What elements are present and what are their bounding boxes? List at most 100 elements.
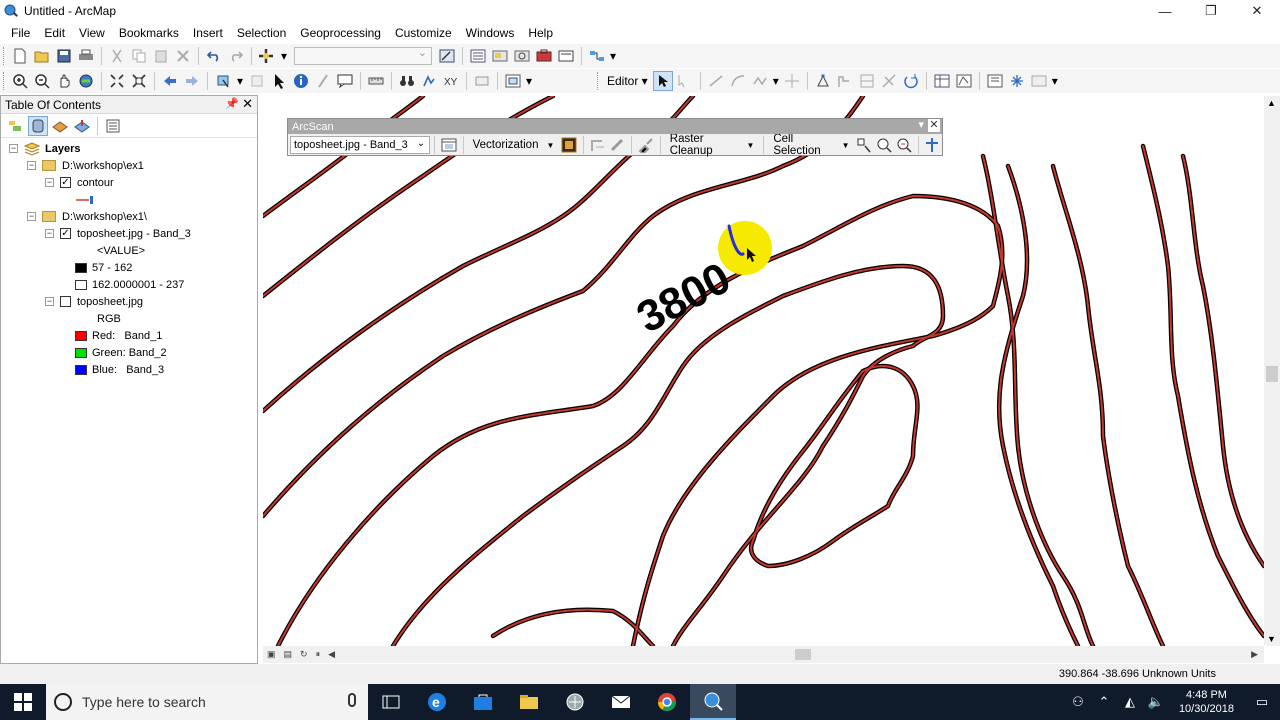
fixed-zoom-out-icon[interactable] [129, 71, 149, 91]
edit-vertices-icon[interactable] [813, 71, 833, 91]
vertical-scroll-thumb[interactable] [1266, 366, 1278, 382]
arcscan-close-icon[interactable]: ✕ [928, 119, 940, 132]
raster-cleanup-menu[interactable]: Raster Cleanup ▼ [665, 133, 760, 157]
menu-selection[interactable]: Selection [230, 26, 293, 40]
undo-icon[interactable] [204, 46, 224, 66]
data-view-icon[interactable]: ▣ [267, 649, 276, 660]
scroll-left-icon[interactable]: ◀ [328, 649, 335, 660]
identify-icon[interactable] [291, 71, 311, 91]
vectorization-menu[interactable]: Vectorization ▼ [468, 139, 560, 151]
show-hidden-icons-icon[interactable]: ⌃ [1091, 694, 1117, 710]
volume-icon[interactable]: 🔈 [1143, 694, 1169, 710]
clock[interactable]: 4:48 PM 10/30/2018 [1169, 688, 1244, 716]
end-point-arc-icon[interactable] [728, 71, 748, 91]
save-icon[interactable] [54, 46, 74, 66]
point-icon[interactable] [782, 71, 802, 91]
tree-row-group2[interactable]: − D:\workshop\ex1\ [27, 208, 147, 225]
construction-dropdown-icon[interactable]: ▾ [772, 71, 780, 91]
list-by-source-icon[interactable] [28, 115, 48, 136]
delete-icon[interactable] [173, 46, 193, 66]
hyperlink-icon[interactable] [313, 71, 333, 91]
paste-icon[interactable] [151, 46, 171, 66]
menu-geoprocessing[interactable]: Geoprocessing [293, 26, 388, 40]
raster-painting-icon[interactable] [637, 135, 655, 155]
refresh-view-icon[interactable]: ↻ [300, 649, 308, 660]
class-row-1[interactable]: 57 - 162 [75, 259, 132, 276]
task-view-icon[interactable] [368, 684, 414, 720]
sketch-properties-icon[interactable] [954, 71, 974, 91]
reshape-icon[interactable] [835, 71, 855, 91]
raster-layer-select[interactable]: toposheet.jpg - Band_3 ⌄ [290, 136, 431, 154]
tree-row-band3[interactable]: − ✓ toposheet.jpg - Band_3 [45, 225, 191, 242]
rotate-icon[interactable] [901, 71, 921, 91]
edge-browser-icon[interactable]: e [414, 684, 460, 720]
microphone-icon[interactable] [348, 693, 356, 707]
minimize-button[interactable]: — [1142, 0, 1188, 22]
horizontal-scroll-thumb[interactable] [795, 649, 811, 660]
visibility-checkbox[interactable]: ✓ [60, 177, 71, 188]
measure-icon[interactable] [366, 71, 386, 91]
fixed-zoom-in-icon[interactable] [107, 71, 127, 91]
map-canvas[interactable]: 3800 [263, 96, 1264, 646]
table-of-contents-icon[interactable] [468, 46, 488, 66]
collapse-icon[interactable]: − [27, 161, 36, 170]
arctoolbox-icon[interactable] [534, 46, 554, 66]
menu-insert[interactable]: Insert [186, 26, 230, 40]
trace-icon[interactable] [750, 71, 770, 91]
editing-options-icon[interactable] [1029, 71, 1049, 91]
tree-row-layers[interactable]: − Layers [9, 140, 80, 157]
restore-button[interactable]: ❐ [1188, 0, 1234, 22]
clear-cell-selection-icon[interactable] [895, 135, 913, 155]
layout-view-icon[interactable]: ▤ [284, 649, 293, 660]
raster-line-width-icon[interactable] [923, 135, 941, 155]
taskbar-search[interactable]: Type here to search [46, 684, 368, 720]
zoom-to-selection-icon[interactable] [875, 135, 893, 155]
list-by-drawing-order-icon[interactable] [6, 116, 26, 136]
horizontal-scrollbar[interactable]: ▣ ▤ ↻ ⏸ ◀ ▶ [263, 646, 1264, 663]
arccatalog-icon[interactable] [552, 684, 598, 720]
catalog-icon[interactable] [490, 46, 510, 66]
snapping-icon[interactable] [1007, 71, 1027, 91]
band-row-blue[interactable]: Blue: Band_3 [75, 361, 164, 378]
class-row-2[interactable]: 162.0000001 - 237 [75, 276, 184, 293]
mail-icon[interactable] [598, 684, 644, 720]
band-row-red[interactable]: Red: Band_1 [75, 327, 162, 344]
toolbar-grip[interactable] [3, 72, 6, 90]
add-data-dropdown-icon[interactable]: ▾ [279, 46, 289, 66]
collapse-icon[interactable]: − [27, 212, 36, 221]
toc-options-icon[interactable] [103, 116, 123, 136]
straight-segment-icon[interactable] [706, 71, 726, 91]
tree-row-topo[interactable]: − toposheet.jpg [45, 293, 143, 310]
toolbar-grip[interactable] [597, 72, 600, 90]
show-preview-icon[interactable] [560, 135, 578, 155]
arcmap-taskbar-icon[interactable] [690, 684, 736, 720]
model-builder-icon[interactable] [587, 46, 607, 66]
close-button[interactable]: ✕ [1234, 0, 1280, 22]
new-document-icon[interactable] [10, 46, 30, 66]
scroll-right-icon[interactable]: ▶ [1251, 649, 1258, 660]
select-features-icon[interactable] [213, 71, 233, 91]
add-data-icon[interactable] [257, 46, 277, 66]
copy-icon[interactable] [129, 46, 149, 66]
scroll-down-icon[interactable]: ▼ [1267, 634, 1276, 644]
cut-polygons-icon[interactable] [857, 71, 877, 91]
visibility-checkbox[interactable]: ✓ [60, 228, 71, 239]
toc-close-icon[interactable]: ✕ [242, 96, 253, 112]
raster-snapping-options-icon[interactable] [440, 135, 458, 155]
cell-selection-menu[interactable]: Cell Selection ▼ [768, 133, 854, 157]
print-icon[interactable] [76, 46, 96, 66]
toolbar-overflow-icon[interactable]: ▾ [525, 71, 533, 91]
toolbar-overflow-icon[interactable]: ▾ [609, 46, 617, 66]
redo-icon[interactable] [226, 46, 246, 66]
split-icon[interactable] [879, 71, 899, 91]
go-to-xy-icon[interactable]: XY [441, 71, 461, 91]
visibility-checkbox[interactable] [60, 296, 71, 307]
forward-extent-icon[interactable] [182, 71, 202, 91]
select-connected-cells-icon[interactable] [856, 135, 874, 155]
band-row-green[interactable]: Green: Band_2 [75, 344, 167, 361]
network-icon[interactable]: ◭ [1117, 694, 1143, 710]
menu-view[interactable]: View [72, 26, 112, 40]
file-explorer-icon[interactable] [506, 684, 552, 720]
open-icon[interactable] [32, 46, 52, 66]
vectorization-trace-icon[interactable] [609, 135, 627, 155]
